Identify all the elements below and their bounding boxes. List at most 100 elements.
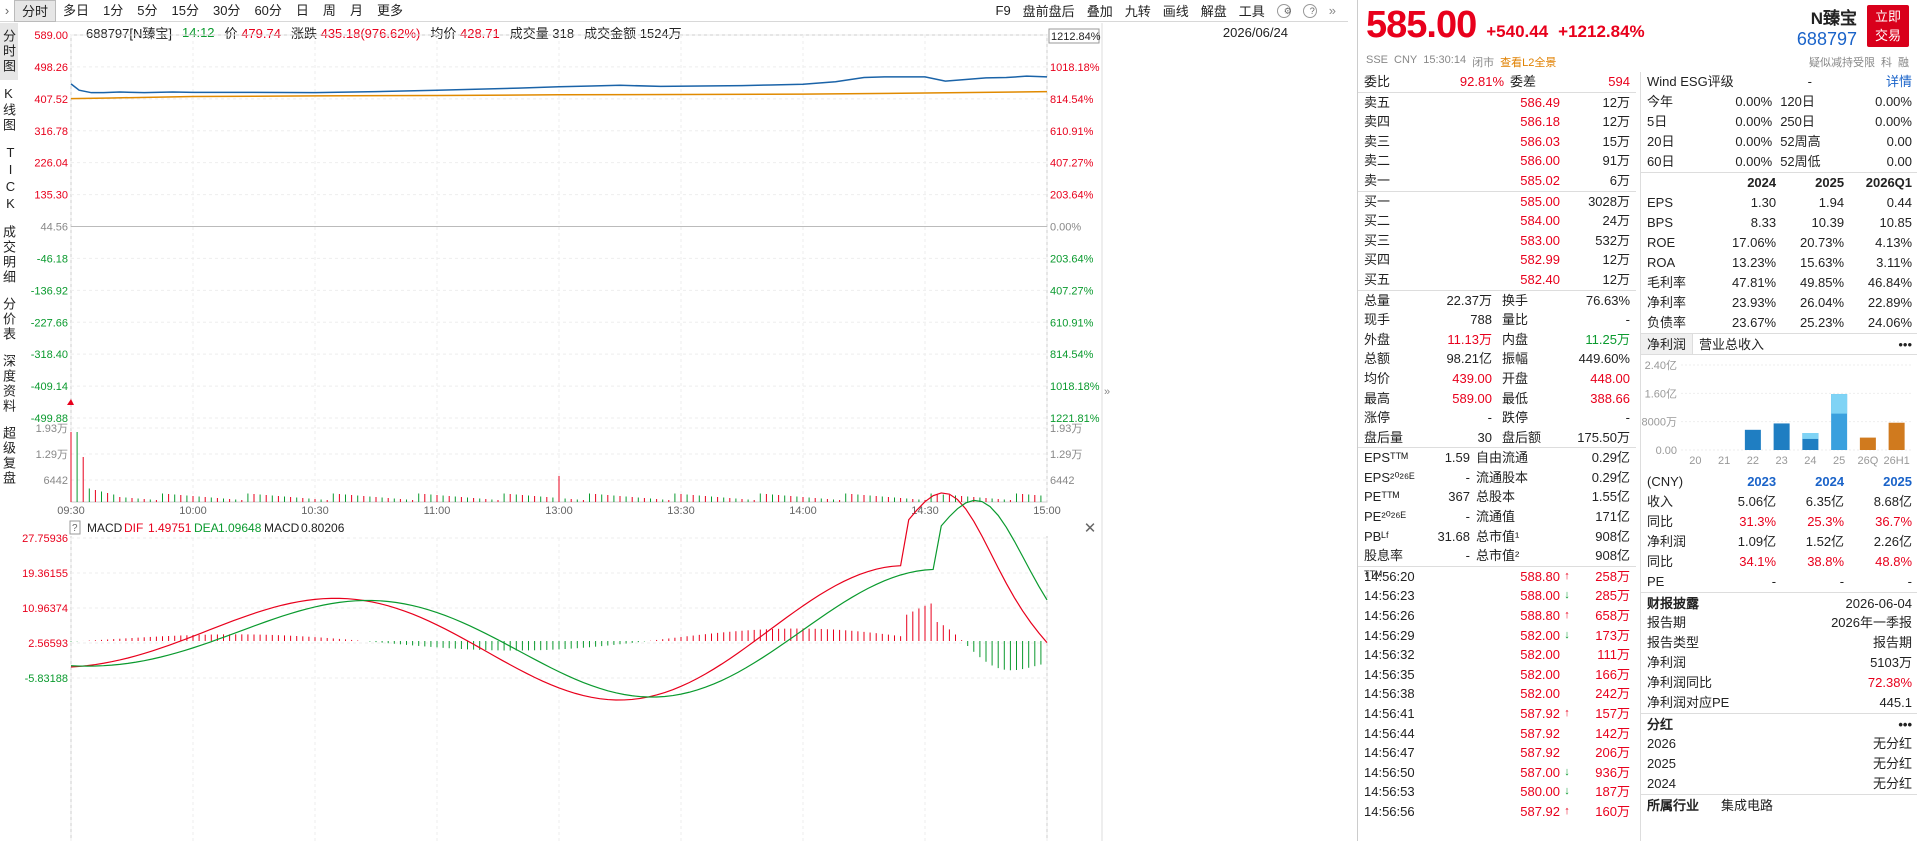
period-tab[interactable]: 5分 (130, 0, 164, 22)
ask-row: 卖三 586.03 15万 (1358, 132, 1636, 152)
period-tab[interactable]: 1分 (96, 0, 130, 22)
income-row-cell: PE (1647, 574, 1665, 589)
income-row-cell: 6.35亿 (1805, 494, 1845, 509)
dividend-year: 2025 (1647, 756, 1676, 771)
macd-axis-label: 10.96374 (22, 603, 68, 615)
ask-row-volume: 6万 (1609, 172, 1630, 188)
perf-row-cell: 20日 (1647, 134, 1675, 149)
tool-tab[interactable]: 工具 (1233, 1, 1271, 20)
down-arrow-icon: ↓ (1564, 628, 1570, 641)
tool-tabs: F9 盘前盘后 叠加 九转 画线 解盘 工具 ⚙? » (990, 1, 1349, 20)
period-tab[interactable]: 30分 (206, 0, 247, 22)
stat-row-key: 总额 (1364, 351, 1391, 367)
tick-row: 14:56:20 588.80 ↑ 258万 (1358, 567, 1636, 587)
period-tab[interactable]: 更多 (370, 0, 410, 22)
bid-row-label: 买一 (1364, 193, 1391, 209)
financial-row-cell: 17.06% (1732, 235, 1777, 250)
tick-row: 14:56:38 582.00 242万 (1358, 684, 1636, 704)
period-tab[interactable]: 月 (343, 0, 370, 22)
industry-value[interactable]: 集成电路 (1699, 795, 1912, 815)
report-row: 净利润 5103万 (1641, 653, 1917, 673)
perf-row-cell: 0.00% (1735, 154, 1773, 169)
price-change: +540.44 (1486, 22, 1549, 41)
volume-axis-label: 1.93万 (36, 423, 68, 435)
tab-revenue[interactable]: 营业总收入 (1693, 334, 1770, 354)
report-section: 财报披露 2026-06-04 (1641, 592, 1917, 613)
tab-net-profit[interactable]: 净利润 (1641, 334, 1694, 354)
financial-header-cell: 2024 (1747, 175, 1777, 190)
up-arrow-icon: ↑ (1564, 804, 1570, 817)
financial-row-cell: 4.13% (1875, 235, 1913, 250)
market-meta: 15:30:14 (1423, 54, 1467, 66)
perf-row: 今年 0.00% 120日 0.00% (1641, 92, 1917, 112)
tick-volume: 285万 (1595, 588, 1630, 604)
income-header-cell: 2024 (1815, 474, 1845, 489)
income-header-cell: (CNY) (1647, 474, 1684, 489)
stock-tag: 科 (1881, 57, 1892, 69)
financial-row-cell: 1.30 (1750, 195, 1777, 210)
bid-row-price: 585.00 (1520, 193, 1560, 209)
income-header-cell: 2025 (1883, 474, 1913, 489)
tick-time: 14:56:38 (1364, 686, 1415, 702)
valuation-row-key: EPSᵀᵀᴹ (1364, 450, 1408, 466)
macd-axis-label: 2.56593 (28, 638, 68, 650)
stat-row-value: 449.60% (1578, 351, 1630, 367)
income-row: 净利润 1.09亿 1.52亿 2.26亿 (1641, 532, 1917, 552)
tick-list[interactable]: 14:56:20 588.80 ↑ 258万 14:56:23 588.00 ↓ 285万 14… (1358, 565, 1636, 822)
tick-row: 14:56:47 587.92 206万 (1358, 743, 1636, 763)
tool-tab[interactable]: 解盘 (1195, 1, 1233, 20)
collapse-arrow-icon[interactable]: › (0, 3, 14, 18)
expand-double-arrow-icon[interactable]: » (1323, 3, 1342, 18)
period-tab[interactable]: 周 (316, 0, 343, 22)
more-dots-icon[interactable]: ••• (1892, 334, 1917, 354)
income-row-cell: 36.7% (1875, 514, 1913, 529)
tick-row: 14:56:35 582.00 166万 (1358, 665, 1636, 685)
dividend-year: 2026 (1647, 736, 1676, 751)
price-axis-label: 407.52 (34, 94, 68, 106)
period-tab[interactable]: 15分 (165, 0, 206, 22)
tool-tab[interactable]: 九转 (1119, 1, 1157, 20)
pct-axis-label: 407.27% (1050, 158, 1094, 170)
l2-link[interactable]: 查看L2全景 (1500, 54, 1556, 70)
valuation-row-value: 1.55亿 (1591, 489, 1630, 505)
trade-now-button[interactable]: 立即交易 (1867, 5, 1909, 47)
tick-price: 588.80 (1520, 568, 1560, 584)
tick-row: 14:56:44 587.92 142万 (1358, 724, 1636, 744)
tool-tab[interactable]: 画线 (1157, 1, 1195, 20)
stock-tags: 疑似减持受限科融 (1809, 54, 1909, 70)
macd-header-text: MACD (87, 521, 123, 535)
period-tab[interactable]: 60分 (247, 0, 288, 22)
stock-tag: 疑似减持受限 (1809, 57, 1875, 69)
valuation-row-value: 0.29亿 (1591, 450, 1630, 466)
income-row-cell: 38.8% (1807, 554, 1845, 569)
tick-arrow-blank (1560, 724, 1574, 744)
help-icon[interactable]: ? (1302, 3, 1317, 18)
tick-row: 14:56:26 588.80 ↑ 658万 (1358, 606, 1636, 626)
tick-row: 14:56:29 582.00 ↓ 173万 (1358, 626, 1636, 646)
more-dots-icon[interactable]: ••• (1898, 714, 1912, 734)
period-tab[interactable]: 日 (289, 0, 316, 22)
tick-time: 14:56:26 (1364, 608, 1415, 624)
mini-bar (1888, 422, 1905, 450)
volume-axis-label: 1.29万 (36, 449, 68, 461)
macd-header-text: DIF (124, 521, 143, 535)
period-tab[interactable]: 多日 (56, 0, 96, 22)
down-arrow-icon: ↓ (1564, 765, 1570, 778)
intraday-chart[interactable]: 589.00 498.26 407.52 316.78 226.04 135.30 44.5… (0, 23, 1110, 841)
up-arrow-icon: ↑ (1564, 707, 1570, 719)
period-tab[interactable]: 分时 (14, 0, 57, 22)
income-row-cell: 收入 (1647, 494, 1674, 509)
tool-tab[interactable]: 叠加 (1081, 1, 1119, 20)
price-axis-label: 498.26 (34, 62, 68, 74)
income-row: PE - - - (1641, 572, 1917, 592)
chart-toolbar: › 分时 多日 1分 5分 15分 30分 60分日周月更多 F9 盘前盘后 叠加 九转 画线 解盘工… (0, 0, 1348, 22)
settings-gear-icon[interactable]: ⚙ (1276, 3, 1292, 18)
tool-tab[interactable]: F9 (990, 3, 1017, 18)
bid-row: 买四 582.99 12万 (1358, 250, 1636, 270)
mini-bar (1773, 423, 1790, 450)
valuation-row-value: 908亿 (1595, 528, 1630, 544)
tool-tab[interactable]: 盘前盘后 (1017, 1, 1081, 20)
esg-detail-link[interactable]: 详情 (1886, 72, 1912, 92)
income-row-cell: 48.8% (1875, 554, 1913, 569)
financial-row-cell: 10.39 (1811, 215, 1845, 230)
